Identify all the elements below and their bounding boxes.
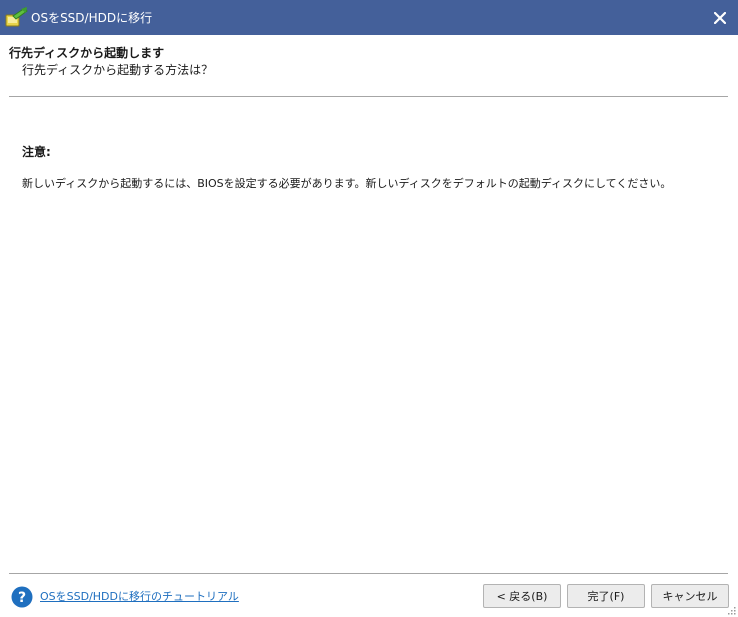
close-icon (714, 11, 726, 24)
tutorial-link[interactable]: OSをSSD/HDDに移行のチュートリアル (40, 588, 239, 604)
header-divider (9, 96, 728, 97)
close-button[interactable] (702, 0, 738, 35)
migrate-wizard-icon (5, 7, 28, 27)
back-button[interactable]: < 戻る(B) (483, 584, 561, 608)
page-title: 行先ディスクから起動します (9, 46, 165, 60)
svg-text:?: ? (18, 590, 26, 606)
footer-divider (9, 573, 728, 574)
cancel-button[interactable]: キャンセル (651, 584, 729, 608)
note-text: 新しいディスクから起動するには、BIOSを設定する必要があります。新しいディスク… (22, 177, 672, 190)
title-bar: OSをSSD/HDDに移行 (0, 0, 738, 35)
finish-button[interactable]: 完了(F) (567, 584, 645, 608)
page-subtitle: 行先ディスクから起動する方法は？ (22, 63, 214, 77)
resize-grip-icon[interactable] (728, 607, 736, 615)
window-title: OSをSSD/HDDに移行 (31, 11, 153, 25)
help-icon[interactable]: ? (11, 586, 33, 608)
note-label: 注意: (22, 145, 51, 159)
